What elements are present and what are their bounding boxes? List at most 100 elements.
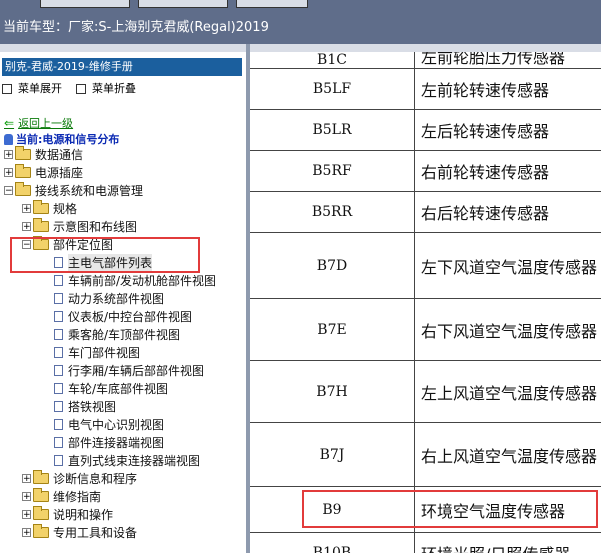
tree-item-label: 数据通信 bbox=[35, 147, 84, 162]
document-icon bbox=[54, 364, 63, 376]
tree-item[interactable]: + 规格 bbox=[22, 199, 77, 217]
folder-icon bbox=[33, 523, 49, 538]
expand-node-icon[interactable]: + bbox=[22, 221, 31, 231]
tree-item[interactable]: + 数据通信 bbox=[4, 145, 83, 163]
back-link[interactable]: ⇐ 返回上一级 bbox=[4, 115, 73, 131]
tree-item-label: 直列式线束连接器端视图 bbox=[68, 453, 201, 468]
tree-item-label: 车轮/车底部件视图 bbox=[68, 381, 169, 396]
component-name: 左上风道空气温度传感器 bbox=[414, 361, 601, 422]
toolbar-button-2[interactable] bbox=[138, 0, 228, 8]
component-name: 右后轮转速传感器 bbox=[414, 192, 601, 232]
expand-node-icon[interactable]: + bbox=[4, 149, 13, 159]
expand-node-icon[interactable]: + bbox=[22, 491, 31, 501]
tree-item[interactable]: − 接线系统和电源管理 bbox=[4, 181, 143, 199]
document-icon bbox=[54, 400, 63, 412]
tree-item[interactable]: + 诊断信息和程序 bbox=[22, 469, 137, 487]
header-band bbox=[0, 44, 601, 52]
document-icon bbox=[54, 328, 63, 340]
back-label: 返回上一级 bbox=[18, 117, 74, 130]
vehicle-value: 厂家:S-上海别克君威(Regal)2019 bbox=[68, 20, 269, 35]
tree-item-label: 动力系统部件视图 bbox=[68, 291, 165, 306]
document-icon bbox=[54, 310, 63, 322]
tree-item[interactable]: 车门部件视图 bbox=[54, 343, 140, 361]
table-row[interactable]: B5LR 左后轮转速传感器 bbox=[250, 109, 601, 150]
tree-item[interactable]: 搭铁视图 bbox=[54, 397, 116, 415]
component-name: 右下风道空气温度传感器 bbox=[414, 299, 601, 360]
expand-all-label: 菜单展开 bbox=[18, 82, 62, 95]
toolbar-button-3[interactable] bbox=[236, 0, 308, 8]
component-name: 右上风道空气温度传感器 bbox=[414, 423, 601, 486]
document-icon bbox=[54, 454, 63, 466]
table-row[interactable]: B5RR 右后轮转速传感器 bbox=[250, 191, 601, 232]
component-name: 左下风道空气温度传感器 bbox=[414, 233, 601, 298]
parts-table: B1C 左前轮胎压力传感器 B5LF 左前轮转速传感器 B5LR 左后轮转速传感器 B5RF… bbox=[250, 52, 601, 553]
tree-item[interactable]: 乘客舱/车顶部件视图 bbox=[54, 325, 180, 343]
tree-item-label: 搭铁视图 bbox=[68, 399, 117, 414]
expand-node-icon[interactable]: + bbox=[22, 203, 31, 213]
tree-item[interactable]: + 电源插座 bbox=[4, 163, 83, 181]
collapse-icon bbox=[76, 84, 86, 94]
tree-item[interactable]: 行李厢/车辆后部部件视图 bbox=[54, 361, 204, 379]
component-name: 环境光照/日照传感器 bbox=[414, 533, 601, 553]
tree-item[interactable]: 车轮/车底部件视图 bbox=[54, 379, 168, 397]
tree-item-label: 规格 bbox=[53, 201, 78, 216]
tree-item[interactable]: + 维修指南 bbox=[22, 487, 101, 505]
top-bar: 当前车型：厂家:S-上海别克君威(Regal)2019 bbox=[0, 0, 601, 44]
toolbar-button-1[interactable] bbox=[40, 0, 130, 8]
folder-icon bbox=[33, 217, 49, 232]
component-code: B7H bbox=[316, 383, 348, 400]
expand-node-icon[interactable]: + bbox=[22, 527, 31, 537]
tree-item-label: 诊断信息和程序 bbox=[53, 471, 138, 486]
vehicle-info: 当前车型：厂家:S-上海别克君威(Regal)2019 bbox=[3, 16, 269, 35]
table-row[interactable]: B7D 左下风道空气温度传感器 bbox=[250, 232, 601, 298]
location-icon bbox=[4, 133, 13, 145]
document-icon bbox=[54, 346, 63, 358]
component-name: 左后轮转速传感器 bbox=[414, 110, 601, 150]
tree-item[interactable]: + 示意图和布线图 bbox=[22, 217, 137, 235]
component-code: B5RR bbox=[311, 204, 353, 220]
component-name: 左前轮胎压力传感器 bbox=[414, 52, 601, 68]
tree-item[interactable]: + 专用工具和设备 bbox=[22, 523, 137, 541]
document-icon bbox=[54, 292, 63, 304]
top-toolbar bbox=[40, 0, 308, 9]
folder-icon bbox=[33, 469, 49, 484]
table-row[interactable]: B5RF 右前轮转速传感器 bbox=[250, 150, 601, 191]
expand-node-icon[interactable]: + bbox=[22, 509, 31, 519]
tree-item-label: 电源插座 bbox=[35, 165, 84, 180]
table-row[interactable]: B7E 右下风道空气温度传感器 bbox=[250, 298, 601, 360]
table-row[interactable]: B7H 左上风道空气温度传感器 bbox=[250, 360, 601, 422]
tree-item-label: 乘客舱/车顶部件视图 bbox=[68, 327, 181, 342]
collapse-node-icon[interactable]: − bbox=[4, 185, 13, 195]
sidebar: 别克-君威-2019-维修手册 菜单展开 菜单折叠 ⇐ 返回上一级 当前:电源和信… bbox=[0, 52, 246, 553]
document-icon bbox=[54, 274, 63, 286]
folder-icon bbox=[15, 181, 31, 196]
table-row[interactable]: B5LF 左前轮转速传感器 bbox=[250, 68, 601, 109]
component-code: B5RF bbox=[312, 163, 352, 179]
table-row[interactable]: B10B 环境光照/日照传感器 bbox=[250, 532, 601, 553]
collapse-all-button[interactable]: 菜单折叠 bbox=[76, 80, 136, 96]
component-code: B7J bbox=[319, 446, 345, 463]
tree-item[interactable]: 直列式线束连接器端视图 bbox=[54, 451, 200, 469]
component-code: B5LR bbox=[312, 122, 352, 138]
tree-highlight-box bbox=[10, 237, 200, 273]
tree-item-label: 维修指南 bbox=[53, 489, 102, 504]
component-name: 右前轮转速传感器 bbox=[414, 151, 601, 191]
expand-node-icon[interactable]: + bbox=[4, 167, 13, 177]
document-icon bbox=[54, 418, 63, 430]
folder-icon bbox=[15, 145, 31, 160]
manual-title: 别克-君威-2019-维修手册 bbox=[2, 58, 242, 76]
table-row[interactable]: B1C 左前轮胎压力传感器 bbox=[250, 52, 601, 68]
tree-item-label: 接线系统和电源管理 bbox=[35, 183, 144, 198]
tree-item[interactable]: 仪表板/中控台部件视图 bbox=[54, 307, 192, 325]
tree-item-label: 示意图和布线图 bbox=[53, 219, 138, 234]
component-code: B7E bbox=[317, 321, 347, 338]
tree-item[interactable]: 电气中心识别视图 bbox=[54, 415, 164, 433]
folder-icon bbox=[33, 199, 49, 214]
expand-node-icon[interactable]: + bbox=[22, 473, 31, 483]
tree-item[interactable]: + 说明和操作 bbox=[22, 505, 113, 523]
tree-item[interactable]: 动力系统部件视图 bbox=[54, 289, 164, 307]
tree-item[interactable]: 部件连接器端视图 bbox=[54, 433, 164, 451]
expand-all-button[interactable]: 菜单展开 bbox=[2, 80, 62, 96]
tree-item[interactable]: 车辆前部/发动机舱部件视图 bbox=[54, 271, 216, 289]
table-row[interactable]: B7J 右上风道空气温度传感器 bbox=[250, 422, 601, 486]
